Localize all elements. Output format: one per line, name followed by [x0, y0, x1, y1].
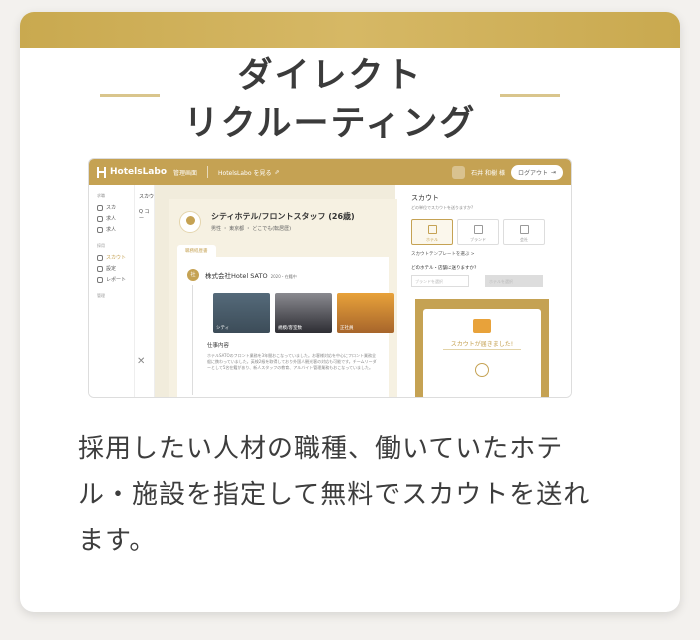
mail-icon — [473, 319, 491, 333]
photo-thumbnail: シティ — [213, 293, 270, 333]
scout-icon — [97, 254, 103, 261]
sidebar-item[interactable]: スカ — [89, 202, 134, 213]
logo-icon — [97, 166, 106, 178]
scout-sent-text: スカウトが届きました! — [450, 341, 514, 348]
sidebar-item-scout[interactable]: スカウト — [89, 252, 134, 263]
career-body: 社 株式会社Hotel SATO 2020・在籍中 シティ 規模/客室数 正社員 … — [177, 257, 394, 397]
candidate-profile: シティホテル/フロントスタッフ (26歳) 男性 ・ 東京都 ・ どこでも(転居… — [169, 199, 397, 397]
logo-text: HotelsLabo — [110, 167, 167, 177]
sidebar-item[interactable]: 設定 — [89, 263, 134, 274]
header-divider — [207, 166, 209, 178]
app-header: HotelsLabo 管理画面 HotelsLabo を見る ⇗ 石井 和樹 様 … — [89, 159, 571, 185]
users-icon — [97, 226, 103, 233]
template-link[interactable]: スカウトテンプレートを選ぶ > — [411, 251, 475, 257]
timeline-line — [192, 285, 193, 395]
hotel-icon — [428, 225, 437, 234]
app-logo[interactable]: HotelsLabo — [97, 166, 167, 178]
sidebar-section-label: 管理 — [97, 293, 105, 298]
description: 採用したい人材の職種、働いていたホテル・施設を指定して無料でスカウトを送れます。 — [78, 434, 591, 556]
user-name: 石井 和樹 様 — [471, 169, 505, 177]
company-name: 株式会社Hotel SATO 2020・在籍中 — [205, 272, 297, 280]
admin-label: 管理画面 — [173, 169, 198, 177]
hotel-select[interactable]: ホテルを選択 — [485, 275, 543, 287]
job-text: ホテルSATOのフロント業務を3年間おこなっていました。お客様対応を中心にフロン… — [207, 353, 377, 370]
sidebar-section-label: 採用 — [97, 243, 105, 248]
photo-thumbnail: 規模/客室数 — [275, 293, 332, 333]
settings-icon — [97, 265, 103, 272]
card-header-band — [20, 12, 680, 48]
headline: ダイレクト リクルーティング — [0, 52, 660, 148]
list-search[interactable]: Q コー — [135, 200, 154, 222]
tab-hotel[interactable]: ホテル — [411, 219, 453, 245]
home-icon — [97, 204, 103, 211]
tab-company[interactable]: 会社 — [503, 219, 545, 245]
scout-title: スカウト — [411, 194, 439, 202]
tab-brand[interactable]: ブランド — [457, 219, 499, 245]
divider — [443, 349, 521, 350]
sidebar-item[interactable]: 求人 — [89, 213, 134, 224]
list-title: スカウ — [139, 194, 155, 200]
candidate-meta: 男性 ・ 東京都 ・ どこでも(転居歴) — [211, 226, 292, 232]
logout-button[interactable]: ログアウト ⇥ — [510, 164, 563, 180]
report-icon — [97, 276, 103, 283]
headline-line-1: ダイレクト — [237, 56, 423, 96]
logout-icon: ⇥ — [550, 168, 556, 176]
headline-line-2: リクルーティング — [183, 104, 477, 144]
job-heading: 仕事内容 — [207, 343, 230, 349]
sparkle-icon — [474, 225, 483, 234]
app-screenshot: HotelsLabo 管理画面 HotelsLabo を見る ⇗ 石井 和樹 様 … — [88, 158, 572, 398]
close-icon[interactable]: ✕ — [137, 356, 145, 367]
scout-panel: スカウト どの単位でスカウトを送りますか? ホテル ブランド 会社 スカウトテン… — [405, 185, 571, 397]
company-badge-icon: 社 — [187, 269, 199, 281]
avatar — [179, 211, 201, 233]
photo-thumbnail: 正社員 — [337, 293, 394, 333]
scout-subtitle: どの単位でスカウトを送りますか? — [411, 205, 474, 210]
target-question: どのホテル・店舗に送りますか? — [411, 266, 477, 271]
sidebar-item[interactable]: レポート — [89, 274, 134, 285]
hotel-logo-icon — [475, 363, 489, 377]
scout-sent-banner: スカウトが届きました! — [415, 299, 549, 397]
brand-select[interactable]: ブランドを選択 — [411, 275, 469, 287]
sidebar-item[interactable]: 求人 — [89, 224, 134, 235]
sidebar: 求職 スカ 求人 求人 採用 スカウト 設定 レポート 管理 — [89, 185, 135, 397]
external-link-icon: ⇗ — [274, 168, 280, 176]
tab-career[interactable]: 職務経歴書 — [177, 245, 216, 257]
view-site-link[interactable]: HotelsLabo を見る ⇗ — [218, 168, 279, 177]
building-icon — [452, 165, 466, 179]
list-icon — [97, 215, 103, 222]
candidate-title: シティホテル/フロントスタッフ (26歳) — [211, 212, 355, 221]
sidebar-section-label: 求職 — [97, 193, 105, 198]
building-icon — [520, 225, 529, 234]
